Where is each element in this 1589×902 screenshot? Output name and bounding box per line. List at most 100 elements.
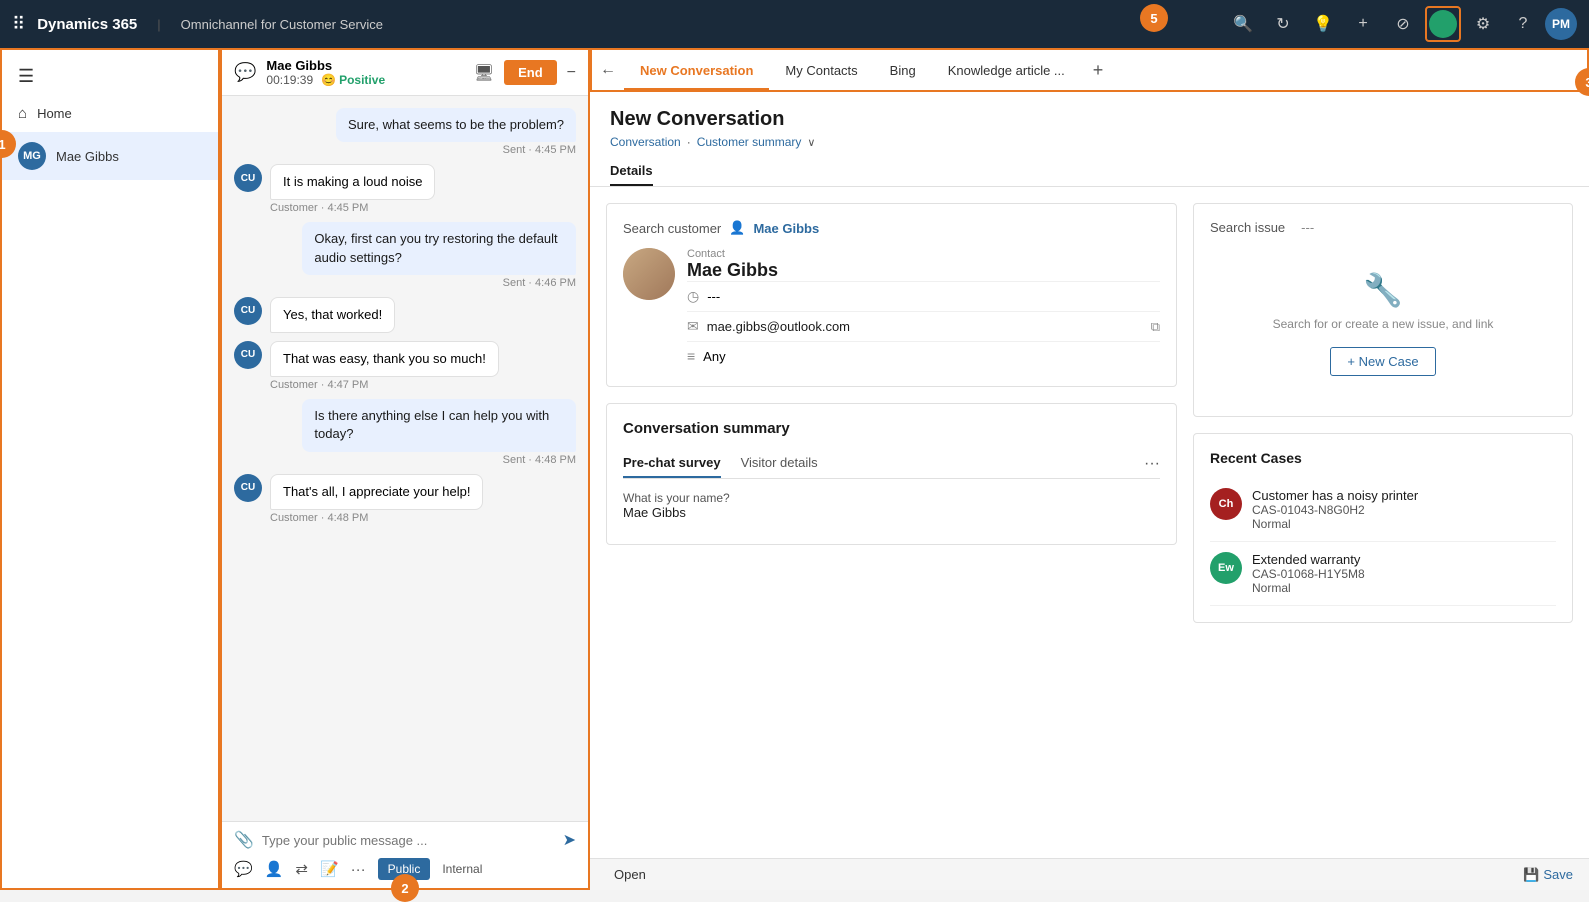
sidebar-item-contact[interactable]: MG Mae Gibbs bbox=[2, 132, 218, 180]
add-tab-button[interactable]: + bbox=[1085, 60, 1112, 81]
minimize-button[interactable]: − bbox=[567, 64, 576, 82]
breadcrumb-customer-summary[interactable]: Customer summary bbox=[697, 135, 802, 149]
customer-message: That's all, I appreciate your help! bbox=[270, 474, 483, 510]
right-panel: 3 ← New Conversation My Contacts Bing Kn… bbox=[590, 48, 1589, 890]
customer-message: Yes, that worked! bbox=[270, 297, 395, 333]
bottom-bar: Open 💾 Save bbox=[590, 858, 1589, 890]
tab-new-conversation[interactable]: New Conversation bbox=[624, 53, 769, 90]
chat-messages: Sure, what seems to be the problem? Sent… bbox=[222, 96, 588, 821]
content-tabs: Details bbox=[610, 157, 1569, 186]
plus-nav-button[interactable]: + bbox=[1345, 6, 1381, 42]
note-button[interactable]: 📝 bbox=[320, 860, 339, 878]
sidebar: 1 ☰ ⌂ Home MG Mae Gibbs bbox=[0, 48, 220, 890]
summary-tab-visitor[interactable]: Visitor details bbox=[741, 449, 818, 478]
chat-meta: 00:19:39 😊 Positive bbox=[266, 73, 463, 87]
brand-label: Dynamics 365 bbox=[37, 16, 137, 33]
phone-icon: ◷ bbox=[687, 288, 699, 305]
tab-knowledge-article[interactable]: Knowledge article ... bbox=[932, 53, 1081, 90]
add-participant-button[interactable]: 👤 bbox=[265, 860, 284, 878]
summary-tab-prechat[interactable]: Pre-chat survey bbox=[623, 449, 721, 478]
customer-message-wrapper: CU It is making a loud noise bbox=[234, 164, 576, 200]
attachment-icon: 📎 bbox=[234, 830, 254, 850]
summary-more-button[interactable]: ··· bbox=[1144, 455, 1160, 473]
sidebar-home-label: Home bbox=[37, 106, 72, 121]
case-title-2: Extended warranty bbox=[1252, 552, 1556, 567]
sidebar-toggle[interactable]: ☰ bbox=[2, 58, 218, 95]
chat-timer: 00:19:39 bbox=[266, 73, 313, 87]
search-issue-label: Search issue bbox=[1210, 220, 1285, 235]
filter-nav-button[interactable]: ⊘ bbox=[1385, 6, 1421, 42]
chat-header-info: Mae Gibbs 00:19:39 😊 Positive bbox=[266, 58, 463, 87]
help-nav-button[interactable]: ? bbox=[1505, 6, 1541, 42]
message-time: Customer · 4:48 PM bbox=[270, 512, 368, 524]
recent-cases-card: Recent Cases Ch Customer has a noisy pri… bbox=[1193, 433, 1573, 623]
conversation-summary-card: Conversation summary Pre-chat survey Vis… bbox=[606, 403, 1177, 545]
case-id-1: CAS-01043-N8G0H2 bbox=[1252, 503, 1556, 517]
quick-reply-button[interactable]: 💬 bbox=[234, 860, 253, 878]
more-options-button[interactable]: ··· bbox=[351, 861, 366, 878]
customer-message: That was easy, thank you so much! bbox=[270, 341, 499, 377]
issue-empty-state: 🔧 Search for or create a new issue, and … bbox=[1210, 247, 1556, 400]
case-info-1: Customer has a noisy printer CAS-01043-N… bbox=[1252, 488, 1556, 531]
chat-sentiment: 😊 Positive bbox=[321, 73, 385, 87]
email-copy-button[interactable]: ⧉ bbox=[1151, 319, 1160, 335]
message-time: Sent · 4:48 PM bbox=[503, 454, 576, 466]
message-time: Sent · 4:46 PM bbox=[503, 277, 576, 289]
location-icon: ≡ bbox=[687, 348, 695, 364]
contact-info: Contact Mae Gibbs ◷ --- ✉ mae.gibbs@outl… bbox=[623, 248, 1160, 370]
transfer-button[interactable]: ⇄ bbox=[295, 860, 308, 878]
breadcrumb: Conversation · Customer summary ∨ bbox=[610, 135, 1569, 149]
tab-bing[interactable]: Bing bbox=[874, 53, 932, 90]
case-item: Ew Extended warranty CAS-01068-H1Y5M8 No… bbox=[1210, 542, 1556, 606]
monitor-icon: 🖥 bbox=[474, 63, 494, 83]
contact-details: Contact Mae Gibbs ◷ --- ✉ mae.gibbs@outl… bbox=[687, 248, 1160, 370]
save-icon: 💾 bbox=[1523, 867, 1539, 883]
search-nav-button[interactable]: 🔍 bbox=[1225, 6, 1261, 42]
customer-message-wrapper: CU That was easy, thank you so much! bbox=[234, 341, 576, 377]
chat-input-field[interactable] bbox=[262, 833, 555, 848]
case-avatar-ch: Ch bbox=[1210, 488, 1242, 520]
refresh-nav-button[interactable]: ↻ bbox=[1265, 6, 1301, 42]
customer-message-wrapper: CU That's all, I appreciate your help! bbox=[234, 474, 576, 510]
breadcrumb-conversation[interactable]: Conversation bbox=[610, 135, 681, 149]
content-tab-details[interactable]: Details bbox=[610, 157, 653, 186]
top-nav: ⠿ Dynamics 365 | Omnichannel for Custome… bbox=[0, 0, 1589, 48]
agent-message: Okay, first can you try restoring the de… bbox=[302, 222, 576, 274]
save-button[interactable]: 💾 Save bbox=[1523, 867, 1573, 883]
contact-avatar-sidebar: MG bbox=[18, 142, 46, 170]
case-priority-1: Normal bbox=[1252, 517, 1556, 531]
search-issue-row: Search issue --- bbox=[1210, 220, 1556, 235]
summary-item: What is your name? Mae Gibbs bbox=[623, 491, 1160, 520]
bottom-tab-open[interactable]: Open bbox=[606, 863, 654, 886]
customer-message: It is making a loud noise bbox=[270, 164, 435, 200]
message-row: CU That was easy, thank you so much! Cus… bbox=[234, 341, 576, 391]
customer-avatar: CU bbox=[234, 164, 262, 192]
customer-avatar: CU bbox=[234, 341, 262, 369]
nav-right: 🔍 ↻ 💡 + ⊘ ⚙ ? PM bbox=[1225, 6, 1577, 42]
contact-type-label: Contact bbox=[687, 248, 1160, 260]
summary-question-label: What is your name? bbox=[623, 491, 1160, 505]
case-avatar-ew: Ew bbox=[1210, 552, 1242, 584]
tab-my-contacts[interactable]: My Contacts bbox=[769, 53, 873, 90]
breadcrumb-dropdown-button[interactable]: ∨ bbox=[807, 136, 815, 149]
internal-mode-button[interactable]: Internal bbox=[442, 862, 482, 876]
settings-nav-button[interactable]: ⚙ bbox=[1465, 6, 1501, 42]
customer-avatar: CU bbox=[234, 474, 262, 502]
back-button[interactable]: ← bbox=[600, 61, 624, 79]
main-layout: 1 ☰ ⌂ Home MG Mae Gibbs 2 💬 Mae Gibbs 00… bbox=[0, 48, 1589, 890]
nav-divider: | bbox=[157, 17, 160, 32]
issue-hint-text: Search for or create a new issue, and li… bbox=[1273, 317, 1494, 331]
end-chat-button[interactable]: End bbox=[504, 60, 557, 85]
content-header: New Conversation Conversation · Customer… bbox=[590, 92, 1589, 187]
send-button[interactable]: ➤ bbox=[563, 830, 576, 850]
bulb-nav-button[interactable]: 💡 bbox=[1305, 6, 1341, 42]
customer-name-link[interactable]: Mae Gibbs bbox=[753, 221, 819, 236]
new-case-button[interactable]: + New Case bbox=[1330, 347, 1435, 376]
summary-title: Conversation summary bbox=[623, 420, 1160, 437]
contact-full-name: Mae Gibbs bbox=[687, 260, 1160, 281]
sidebar-item-home[interactable]: ⌂ Home bbox=[2, 95, 218, 132]
waffle-icon[interactable]: ⠿ bbox=[12, 14, 25, 35]
search-customer-label: Search customer bbox=[623, 221, 721, 236]
annotation-2: 2 bbox=[391, 874, 419, 902]
user-avatar-button[interactable]: PM bbox=[1545, 8, 1577, 40]
